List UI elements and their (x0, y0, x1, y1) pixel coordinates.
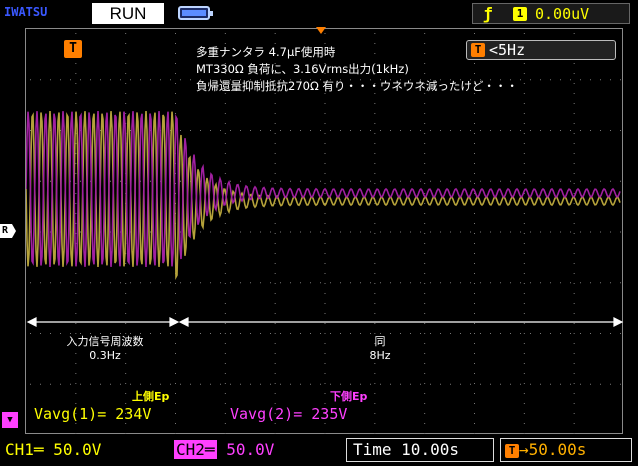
note-line-1: 多重ナンタラ 4.7μF使用時 (196, 45, 336, 59)
frequency-readout: T <5Hz (466, 40, 616, 60)
vavg2-value: 235V (311, 405, 348, 423)
timebase-setting[interactable]: Time 10.00s (346, 438, 494, 462)
time-label: Time (353, 440, 392, 459)
trigger-position-marker (316, 27, 326, 34)
trigger-offset-setting[interactable]: T →50.00s (500, 438, 632, 462)
note-line-2: MT330Ω 負荷に、3.16Vrms出力(1kHz) (196, 62, 409, 76)
top-status-bar: IWATSU RUN ƒ 1 0.00uV (0, 0, 638, 26)
vavg1-measurement: Vavg(1)= 234V (34, 405, 151, 423)
ch2-name: CH2═ (174, 440, 217, 459)
ch1-settings[interactable]: CH1═ 50.0V (5, 440, 101, 459)
lower-ep-title: 下側Ep (330, 390, 368, 403)
segment-1-value: 0.3Hz (89, 349, 121, 362)
segment-2-value: 8Hz (369, 349, 391, 362)
time-value: 10.00s (401, 440, 459, 459)
brand-logo: IWATSU (4, 5, 48, 19)
upper-ep-title: 上側Ep (132, 390, 170, 403)
note-line-3: 負帰還量抑制抵抗270Ω 有り・・・ウネウネ減ったけど・・・ (196, 79, 518, 93)
ch1-name: CH1 (5, 440, 34, 459)
vavg2-measurement: Vavg(2)= 235V (230, 405, 347, 423)
trigger-level: 0.00uV (535, 5, 590, 23)
segment-2-label: 同 (374, 335, 386, 348)
trigger-status[interactable]: ƒ 1 0.00uV (472, 3, 630, 24)
trigger-flag-icon: T (505, 444, 519, 458)
rising-edge-icon: ƒ (483, 4, 493, 23)
bottom-status-bar: CH1═ 50.0V CH2═ 50.0V Time 10.00s T →50.0… (0, 436, 638, 466)
dc-coupling-icon: ═ (33, 440, 44, 459)
trigger-flag-icon: T (471, 43, 485, 57)
ref-marker: R (0, 224, 16, 238)
trigger-point-flag: T (64, 40, 82, 58)
ch2-settings[interactable]: CH2═ 50.0V (174, 440, 274, 459)
vavg1-label: Vavg(1)= (34, 405, 107, 423)
ch1-scale: 50.0V (53, 440, 102, 459)
trigger-source: 1 (513, 7, 527, 21)
segment-1-label: 入力信号周波数 (66, 335, 144, 348)
run-stop-status[interactable]: RUN (92, 3, 164, 24)
dc-coupling-icon: ═ (204, 440, 215, 459)
offset-value: →50.00s (519, 440, 587, 459)
vavg2-label: Vavg(2)= (230, 405, 303, 423)
battery-icon (178, 6, 213, 20)
segment-arrows (26, 317, 624, 327)
frequency-value: <5Hz (489, 41, 526, 59)
ch2-ground-marker-icon: ▼ (2, 412, 18, 428)
vavg1-value: 234V (115, 405, 152, 423)
ch2-scale: 50.0V (226, 440, 275, 459)
